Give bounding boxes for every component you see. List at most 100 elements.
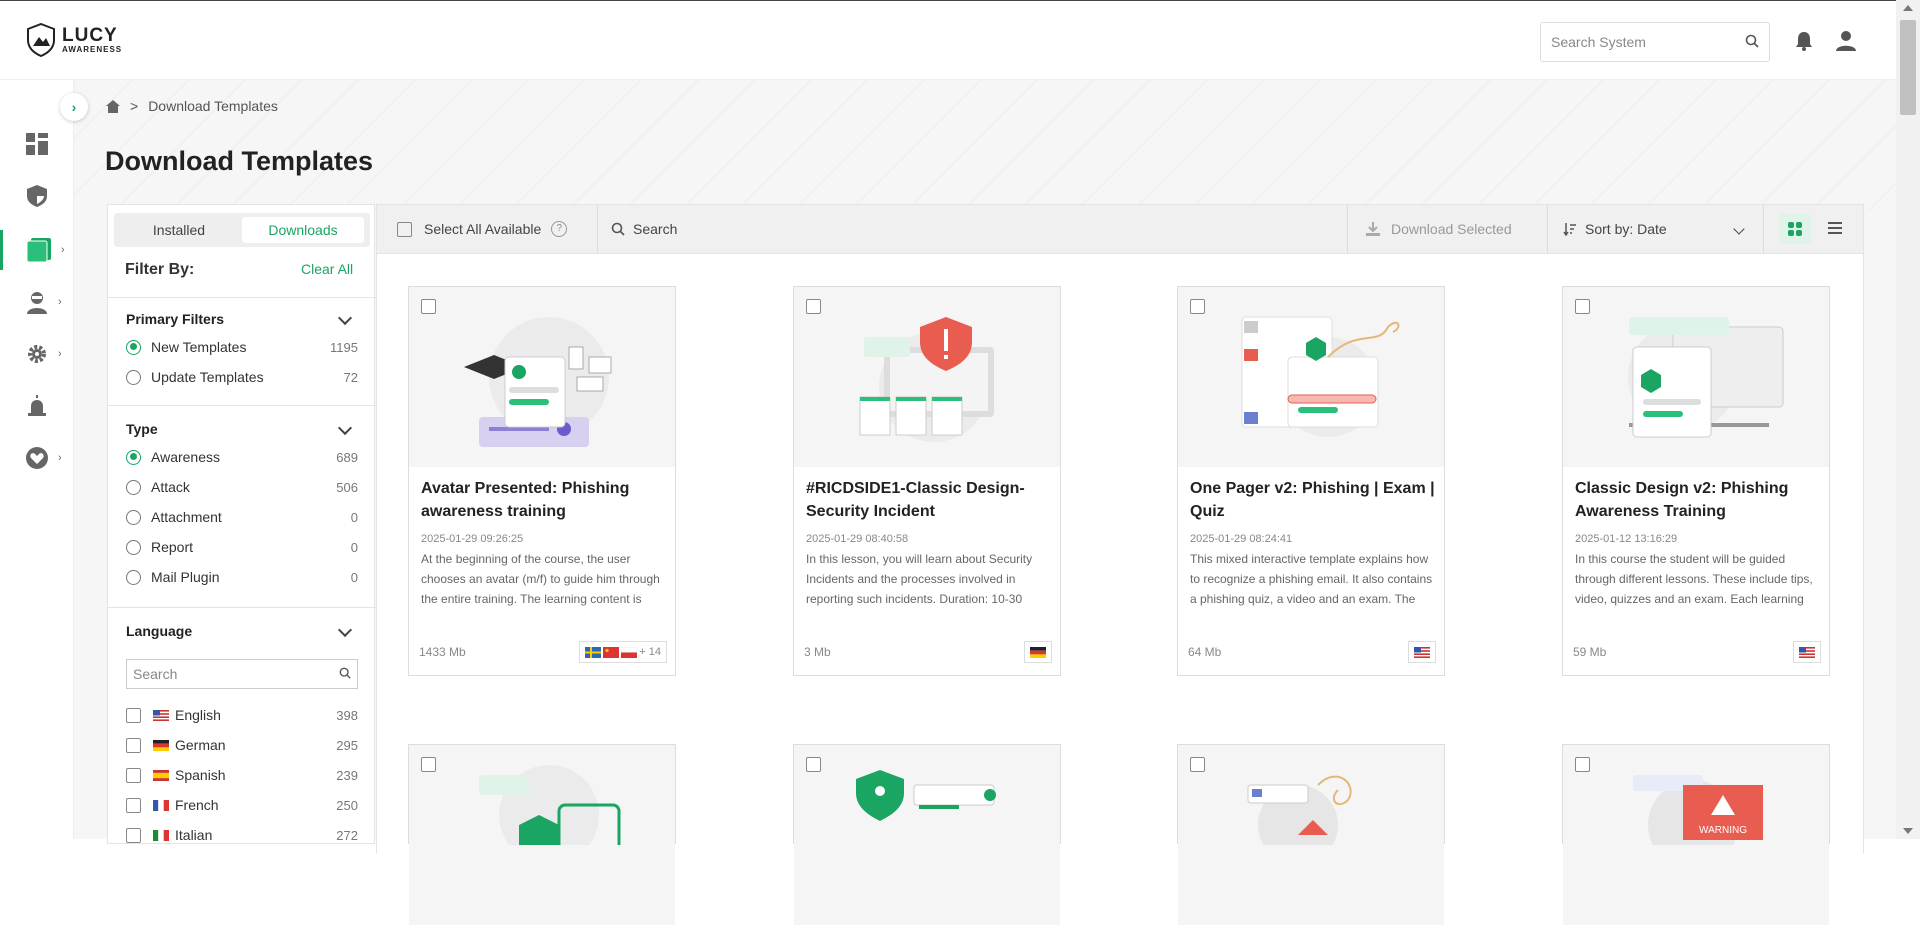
page-scrollbar[interactable] — [1896, 0, 1920, 839]
templates-book-icon — [26, 238, 51, 263]
filter-option-attack[interactable]: Attack 506 — [126, 477, 358, 497]
filter-option-mail-plugin[interactable]: Mail Plugin 0 — [126, 567, 358, 587]
language-option-english[interactable]: English 398 — [126, 705, 358, 725]
template-thumbnail — [409, 287, 675, 467]
radio-button[interactable] — [126, 569, 141, 585]
filter-option-new-templates[interactable]: New Templates 1195 — [126, 337, 358, 357]
option-label: Mail Plugin — [151, 569, 220, 585]
checkbox[interactable] — [126, 827, 141, 843]
divider — [1547, 205, 1548, 253]
template-card[interactable]: WARNING — [1562, 744, 1830, 925]
radio-button[interactable] — [126, 479, 141, 495]
radio-button[interactable] — [126, 509, 141, 525]
template-thumbnail — [409, 745, 675, 925]
radio-button[interactable] — [126, 539, 141, 555]
notification-bell-icon[interactable] — [1795, 31, 1813, 56]
card-select-checkbox[interactable] — [421, 757, 436, 772]
option-count: 1195 — [330, 339, 358, 355]
template-card[interactable] — [408, 744, 676, 925]
sidebar-item-favorites[interactable]: › — [0, 438, 74, 478]
language-option-german[interactable]: German 295 — [126, 735, 358, 755]
card-date: 2025-01-12 13:16:29 — [1575, 533, 1678, 545]
download-selected-button[interactable]: Download Selected — [1365, 221, 1512, 237]
template-card[interactable]: One Pager v2: Phishing | Exam | Quiz 202… — [1177, 286, 1445, 676]
tab-downloads[interactable]: Downloads — [242, 217, 364, 243]
language-option-french[interactable]: French 250 — [126, 795, 358, 815]
template-card[interactable]: Avatar Presented: Phishing awareness tra… — [408, 286, 676, 676]
template-card[interactable]: Classic Design v2: Phishing Awareness Tr… — [1562, 286, 1830, 676]
language-option-italian[interactable]: Italian 272 — [126, 825, 358, 845]
system-search-input[interactable]: Search System — [1540, 22, 1770, 62]
flag-us-icon — [1799, 646, 1815, 658]
template-thumbnail — [794, 745, 1060, 925]
checkbox[interactable] — [126, 797, 141, 813]
select-all-checkbox[interactable]: Select All Available ? — [397, 221, 568, 237]
user-hacker-icon — [27, 292, 47, 314]
option-label: French — [175, 797, 219, 813]
card-select-checkbox[interactable] — [1190, 757, 1205, 772]
checkbox[interactable] — [397, 221, 412, 237]
home-icon[interactable] — [106, 99, 120, 113]
sidebar-item-security[interactable] — [0, 176, 74, 216]
template-card[interactable] — [793, 744, 1061, 925]
logo-subtitle: AWARENESS — [62, 45, 123, 54]
sort-dropdown[interactable]: Sort by: Date — [1563, 221, 1745, 237]
list-view-button[interactable] — [1827, 220, 1843, 241]
search-icon — [1745, 34, 1759, 51]
scroll-down-arrow-icon[interactable] — [1903, 828, 1913, 834]
radio-button[interactable] — [126, 449, 141, 465]
radio-button[interactable] — [126, 339, 141, 355]
help-icon[interactable]: ? — [551, 221, 568, 237]
card-title: Classic Design v2: Phishing Awareness Tr… — [1575, 480, 1789, 520]
language-search-placeholder: Search — [133, 666, 178, 682]
select-all-label: Select All Available — [424, 221, 542, 237]
template-grid: Avatar Presented: Phishing awareness tra… — [376, 254, 1864, 925]
tab-installed[interactable]: Installed — [118, 217, 240, 243]
card-date: 2025-01-29 08:24:41 — [1190, 533, 1293, 545]
sidebar-item-alerts[interactable] — [0, 386, 74, 426]
template-card[interactable] — [1177, 744, 1445, 925]
grid-view-button[interactable] — [1779, 214, 1811, 244]
checkbox[interactable] — [126, 737, 141, 753]
divider — [1347, 205, 1348, 253]
sidebar-item-settings[interactable]: › — [0, 334, 74, 374]
option-label: German — [175, 737, 226, 753]
template-search-input[interactable]: Search — [611, 221, 677, 237]
filter-option-awareness[interactable]: Awareness 689 — [126, 447, 358, 467]
chevron-down-icon[interactable] — [337, 420, 353, 436]
clear-all-link[interactable]: Clear All — [301, 261, 353, 277]
chevron-down-icon[interactable] — [337, 622, 353, 638]
language-search-input[interactable]: Search — [126, 659, 358, 689]
divider — [597, 205, 598, 253]
more-languages-count: + 14 — [639, 646, 661, 658]
chevron-right-icon: › — [61, 244, 65, 256]
logo-name: LUCY — [62, 25, 118, 46]
card-select-checkbox[interactable] — [421, 299, 436, 314]
card-select-checkbox[interactable] — [1575, 757, 1590, 772]
flag-us-icon — [153, 709, 169, 721]
sidebar-item-dashboard[interactable] — [0, 124, 74, 164]
card-select-checkbox[interactable] — [806, 757, 821, 772]
card-description: In this course the student will be guide… — [1575, 552, 1813, 606]
card-select-checkbox[interactable] — [1575, 299, 1590, 314]
sidebar-item-templates[interactable]: › — [0, 230, 74, 270]
checkbox[interactable] — [126, 767, 141, 783]
language-option-spanish[interactable]: Spanish 239 — [126, 765, 358, 785]
sidebar-expand-button[interactable]: › — [60, 93, 88, 121]
chevron-right-icon: › — [58, 348, 62, 360]
chevron-down-icon[interactable] — [337, 310, 353, 326]
checkbox[interactable] — [126, 707, 141, 723]
scrollbar-thumb[interactable] — [1900, 20, 1916, 115]
card-select-checkbox[interactable] — [806, 299, 821, 314]
lucy-logo[interactable]: LUCY AWARENESS — [26, 23, 122, 57]
filter-option-update-templates[interactable]: Update Templates 72 — [126, 367, 358, 387]
template-card[interactable]: #RICDSIDE1-Classic Design-Security Incid… — [793, 286, 1061, 676]
card-select-checkbox[interactable] — [1190, 299, 1205, 314]
radio-button[interactable] — [126, 369, 141, 385]
filter-option-report[interactable]: Report 0 — [126, 537, 358, 557]
filter-option-attachment[interactable]: Attachment 0 — [126, 507, 358, 527]
sidebar-item-users[interactable]: › — [0, 282, 74, 322]
user-account-icon[interactable] — [1834, 29, 1858, 58]
scroll-up-arrow-icon[interactable] — [1903, 5, 1913, 11]
option-label: Attack — [151, 479, 190, 495]
